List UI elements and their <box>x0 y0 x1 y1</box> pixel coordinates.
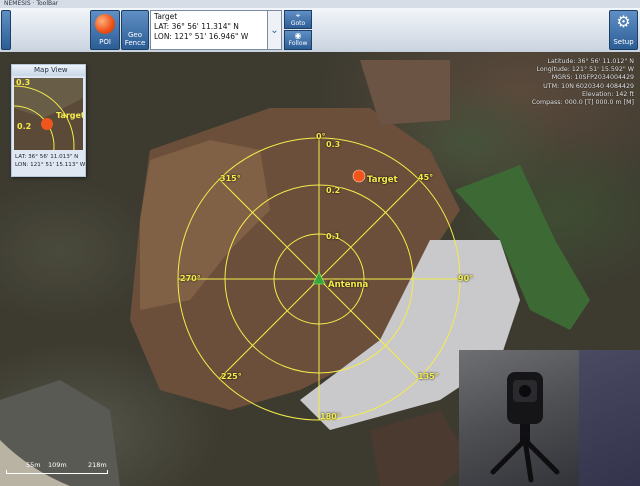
range-ring-2-label: 0.2 <box>326 186 341 195</box>
readout-latitude: Latitude: 36° 56' 11.012" N <box>547 58 634 65</box>
target-lat: LAT: 36° 56' 11.314" N <box>154 22 239 31</box>
window-title: NEMESIS · ToolBar <box>4 0 59 7</box>
map-view-lat: LAT: 36° 56' 11.013" N <box>15 154 79 160</box>
bearing-135-label: 135° <box>418 372 439 381</box>
poi-marker-icon <box>95 14 115 34</box>
bearing-90-label: 90° <box>458 274 474 283</box>
geofence-button-label: Geo Fence <box>124 31 146 47</box>
range-ring-3-label: 0.3 <box>326 140 341 149</box>
eye-icon: ◉ <box>294 31 302 40</box>
readout-utm: UTM: 10N 6020340 4084429 <box>543 82 634 90</box>
antenna-label: Antenna <box>328 280 369 290</box>
scale-label-3: 218m <box>88 461 107 469</box>
scale-label-2: 109m <box>48 461 67 469</box>
bearing-315-label: 315° <box>220 174 241 183</box>
minimap-ring-outer-label: 0.3 <box>16 78 31 87</box>
crosshair-icon: ⌖ <box>295 11 301 20</box>
poi-button-label: POI <box>99 38 111 46</box>
bearing-270-label: 270° <box>180 274 201 283</box>
bearing-225-label: 225° <box>221 372 242 381</box>
goto-button-label: Goto <box>290 20 306 27</box>
camera-feed-image <box>490 350 640 486</box>
target-dropdown-chevron-down-icon[interactable]: ⌄ <box>268 10 282 50</box>
coordinate-readout: Latitude: 36° 56' 11.012" N Longitude: 1… <box>532 58 634 107</box>
target-lon: LON: 121° 51' 16.946" W <box>154 32 249 41</box>
camera-feed[interactable] <box>459 350 640 486</box>
goto-button[interactable]: ⌖ Goto <box>284 10 312 29</box>
scale-label-1: 55m <box>26 461 41 469</box>
window-titlebar: NEMESIS · ToolBar <box>0 0 640 8</box>
map-view-panel[interactable]: Map View 0.3 0.2 Target LAT: 36° 56' 11.… <box>11 64 86 177</box>
follow-button-label: Follow <box>288 40 308 47</box>
app-menu-button[interactable] <box>1 10 11 50</box>
readout-elevation: Elevation: 142 ft <box>582 90 634 98</box>
setup-button[interactable]: ⚙ Setup <box>609 10 638 50</box>
scale-bar: 55m 109m 218m <box>6 461 108 475</box>
minimap-target-label: Target <box>56 111 83 120</box>
target-selector[interactable]: Target LAT: 36° 56' 11.314" N LON: 121° … <box>150 10 268 50</box>
range-ring-1-label: 0.1 <box>326 232 341 241</box>
dark-field <box>370 410 470 486</box>
satellite-map[interactable]: 0° 45° 90° 135° 180° 225° 270° 315° 0.1 … <box>0 52 640 486</box>
poi-button[interactable]: POI <box>90 10 120 50</box>
setup-button-label: Setup <box>613 38 634 46</box>
scale-bar-line <box>6 470 108 474</box>
map-view-lon: LON: 121° 51' 15.113" W <box>15 162 86 168</box>
map-view-info: LAT: 36° 56' 11.013" N LON: 121° 51' 15.… <box>15 153 85 169</box>
bearing-180-label: 180° <box>320 412 341 421</box>
map-view-minimap[interactable]: 0.3 0.2 Target <box>14 78 83 150</box>
target-marker-icon <box>352 169 366 183</box>
readout-compass: Compass: 000.0 [T] 000.0 m [M] <box>531 99 634 107</box>
bearing-0-label: 0° <box>316 132 326 141</box>
geofence-button[interactable]: Geo Fence <box>121 10 149 50</box>
target-label[interactable]: Target <box>367 175 398 185</box>
toolbar: POI Geo Fence Target LAT: 36° 56' 11.314… <box>0 8 640 53</box>
target-name: Target <box>154 12 178 21</box>
gear-icon: ⚙ <box>616 12 631 31</box>
follow-button[interactable]: ◉ Follow <box>284 30 312 50</box>
minimap-ring-inner-label: 0.2 <box>17 122 32 131</box>
map-view-title: Map View <box>12 65 85 76</box>
bearing-45-label: 45° <box>418 173 434 182</box>
readout-mgrs: MGRS: 10SFP2034004429 <box>551 74 634 82</box>
